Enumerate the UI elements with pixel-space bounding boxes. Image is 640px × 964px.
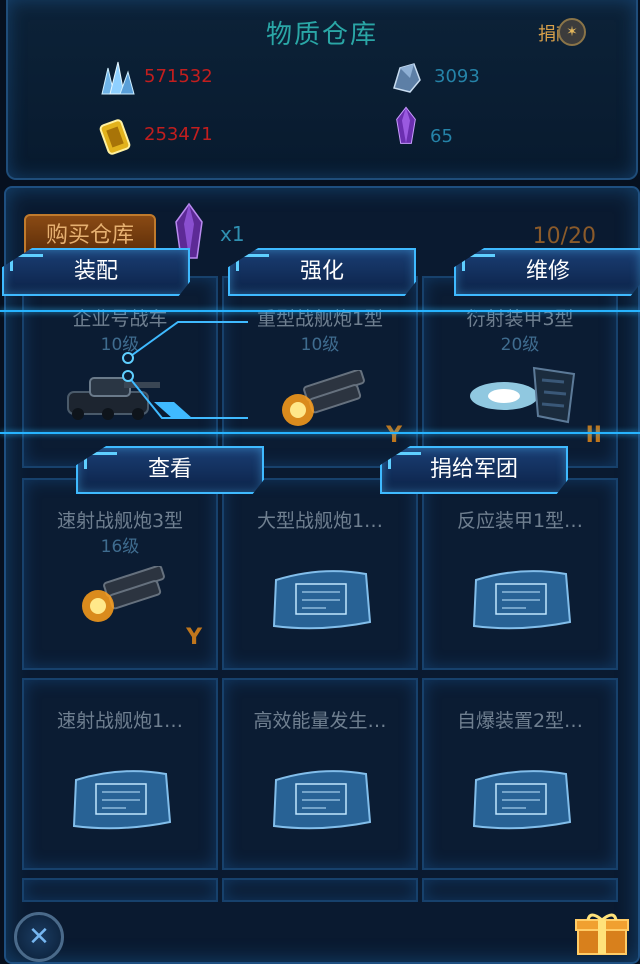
close-icon[interactable]: ✕ bbox=[14, 912, 64, 962]
item-name: 衍射装甲3型 bbox=[466, 308, 574, 330]
blue-crystal-cluster-icon bbox=[101, 61, 135, 95]
armor-icon bbox=[470, 366, 576, 424]
cannon-icon bbox=[282, 370, 365, 426]
rank-badge: Y bbox=[186, 625, 202, 650]
energy-amount: 253471 bbox=[144, 124, 213, 145]
cannon-icon bbox=[82, 566, 165, 622]
repair-button[interactable]: 维修 bbox=[454, 248, 640, 296]
blue-ore-icon bbox=[393, 63, 421, 93]
menu-guide-line bbox=[0, 310, 640, 312]
donate-gear-icon[interactable]: ✶ bbox=[558, 18, 586, 46]
blueprint-icon bbox=[472, 770, 572, 830]
blueprint-icon bbox=[472, 570, 572, 630]
ore-amount: 3093 bbox=[434, 66, 480, 87]
item-name: 自爆装置2型… bbox=[456, 710, 584, 732]
equip-label: 装配 bbox=[73, 259, 118, 284]
equip-button[interactable]: 装配 bbox=[2, 248, 190, 296]
rank-badge: II bbox=[585, 423, 602, 448]
item-slot[interactable]: 高效能量发生… bbox=[222, 678, 418, 870]
connector-lines bbox=[122, 321, 248, 419]
item-level: 20级 bbox=[500, 335, 540, 355]
crystal-amount: 571532 bbox=[144, 66, 213, 87]
item-name: 速射战舰炮1… bbox=[56, 710, 184, 732]
view-label: 查看 bbox=[147, 457, 192, 482]
donate-to-legion-button[interactable]: 捐给军团 bbox=[380, 446, 568, 494]
item-slot[interactable]: 大型战舰炮1… bbox=[222, 478, 418, 670]
menu-guide-line bbox=[0, 432, 640, 434]
crystal-quantity: x1 bbox=[220, 222, 245, 246]
upgrade-button[interactable]: 强化 bbox=[228, 248, 416, 296]
item-level: 16级 bbox=[100, 537, 140, 557]
purple-crystal-icon bbox=[396, 106, 416, 144]
item-name: 速射战舰炮3型 bbox=[56, 510, 184, 532]
item-slot[interactable]: 速射战舰炮3型 16级 Y bbox=[22, 478, 218, 670]
repair-label: 维修 bbox=[525, 259, 570, 284]
view-button[interactable]: 查看 bbox=[76, 446, 264, 494]
item-name: 反应装甲1型… bbox=[456, 510, 584, 532]
item-slot[interactable]: 反应装甲1型… bbox=[422, 478, 618, 670]
item-slot[interactable] bbox=[422, 878, 618, 902]
item-slot[interactable]: 自爆装置2型… bbox=[422, 678, 618, 870]
blueprint-icon bbox=[72, 770, 172, 830]
gift-box-icon[interactable] bbox=[574, 912, 630, 956]
purple-crystal-amount: 65 bbox=[430, 126, 453, 147]
blueprint-icon bbox=[272, 570, 372, 630]
item-slot[interactable]: 速射战舰炮1… bbox=[22, 678, 218, 870]
item-slot[interactable]: 衍射装甲3型 20级 II bbox=[422, 276, 618, 468]
item-slot[interactable] bbox=[22, 878, 218, 902]
blueprint-icon bbox=[272, 770, 372, 830]
donate-to-legion-label: 捐给军团 bbox=[429, 457, 518, 482]
resource-header: 物质仓库 捐献 ✶ 571532 253471 3093 65 bbox=[6, 0, 638, 180]
upgrade-label: 强化 bbox=[299, 259, 344, 284]
storage-capacity: 10/20 bbox=[532, 224, 596, 249]
item-slot[interactable] bbox=[222, 878, 418, 902]
gold-energy-cell-icon bbox=[99, 119, 131, 155]
rank-badge: Y bbox=[386, 423, 402, 448]
item-name: 大型战舰炮1… bbox=[256, 510, 384, 532]
item-name: 高效能量发生… bbox=[253, 710, 387, 732]
